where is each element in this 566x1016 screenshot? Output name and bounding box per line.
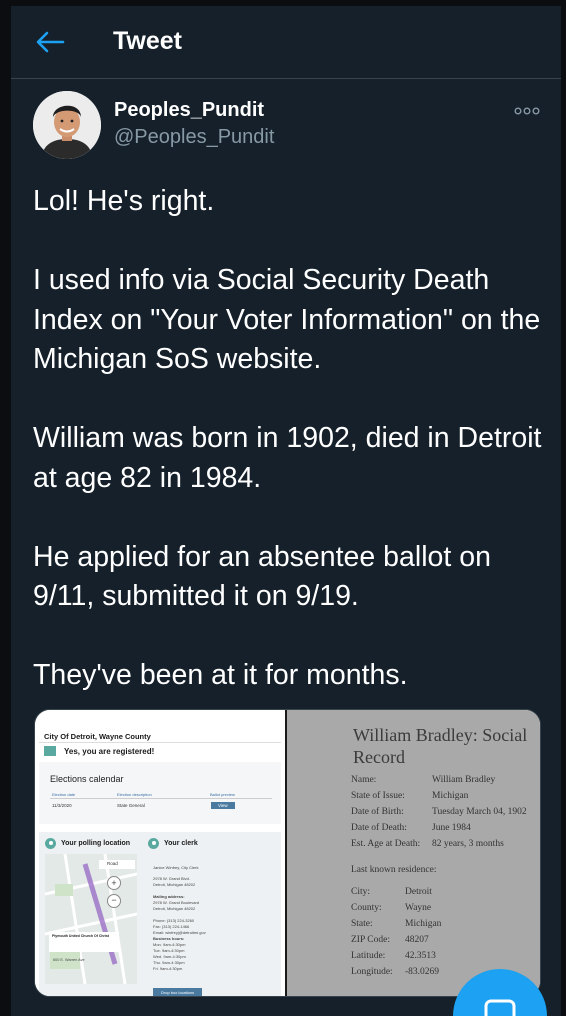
zoom-in-button[interactable]: + — [107, 876, 121, 890]
residence-value: Michigan — [405, 919, 442, 929]
registered-status: Yes, you are registered! — [64, 747, 155, 756]
map-road-label: Road — [107, 861, 118, 866]
tweet-paragraph: William was born in 1902, died in Detroi… — [33, 422, 542, 494]
hours-line: Mon. 9am-4:30pm — [153, 942, 186, 947]
map-place-name: Plymouth United Church Of Christ — [52, 934, 109, 938]
author-handle[interactable]: @Peoples_Pundit — [114, 126, 274, 149]
residence-label: Longitude: — [351, 967, 393, 977]
back-arrow-icon[interactable] — [35, 30, 65, 54]
record-label: Date of Birth: — [351, 807, 404, 817]
compose-icon — [454, 970, 546, 1016]
clerk-phone: Phone: (313) 224-3260 — [153, 918, 195, 923]
clerk-pin-icon — [148, 838, 159, 849]
city-label: City Of Detroit, Wayne County — [44, 732, 151, 741]
author-name[interactable]: Peoples_Pundit — [114, 99, 264, 122]
col-election-date: Election date — [52, 792, 76, 797]
avatar-image — [33, 91, 101, 159]
record-value: June 1984 — [432, 823, 471, 833]
record-value: William Bradley — [432, 775, 496, 785]
hours-line: Wed. 9am-4:30pm — [153, 954, 186, 959]
hours-line: Fri. 9am-4:30pm — [153, 966, 183, 971]
record-label: Est. Age at Death: — [351, 839, 421, 849]
tweet-paragraph: They've been at it for months. — [33, 659, 408, 691]
record-value: Michigan — [432, 791, 469, 801]
voter-info-screenshot[interactable]: City Of Detroit, Wayne County Yes, you a… — [35, 710, 285, 996]
record-label: Name: — [351, 775, 377, 785]
residence-label: County: — [351, 903, 382, 913]
residence-value: -83.0269 — [405, 967, 440, 977]
tweet-paragraph: Lol! He's right. — [33, 185, 215, 217]
elections-title: Elections calendar — [50, 774, 124, 784]
tweet-text: Lol! He's right. I used info via Social … — [33, 182, 553, 735]
residence-label: Latitude: — [351, 951, 386, 961]
election-date: 11/3/2020 — [52, 803, 72, 808]
hours-label: Business hours: — [153, 936, 185, 941]
avatar[interactable] — [33, 91, 101, 159]
zoom-out-button[interactable]: − — [107, 894, 121, 908]
top-bar: Tweet — [11, 6, 561, 79]
record-value: Tuesday March 04, 1902 — [432, 807, 527, 817]
record-value: 82 years, 3 months — [432, 839, 504, 849]
residence-label: City: — [351, 887, 371, 897]
clerk-fax: Fax: (313) 224-1466 — [153, 924, 190, 929]
divider — [39, 742, 281, 743]
clerk-email[interactable]: Email: winfreyj@detroitmi.gov — [153, 930, 206, 935]
compose-button[interactable] — [453, 969, 547, 1016]
view-ballot-button[interactable]: View — [211, 802, 235, 809]
page-title: Tweet — [113, 27, 182, 55]
clerk-name: Janice Winfrey, City Clerk — [153, 865, 199, 870]
tweet-paragraph: I used info via Social Security Death In… — [33, 264, 541, 375]
record-label: Date of Death: — [351, 823, 407, 833]
residence-title: Last known residence: — [351, 865, 437, 875]
residence-label: ZIP Code: — [351, 935, 390, 945]
hours-line: Tue. 9am-4:30pm — [153, 948, 185, 953]
death-record-screenshot[interactable]: William Bradley: Social Record Name: Wil… — [287, 710, 540, 996]
map-type-toggle[interactable]: Road — [99, 860, 135, 869]
clerk-address-line2: Detroit, Michigan 48202 — [153, 882, 196, 887]
tweet-screen: Tweet Peoples_Pundit @Peoples_Pundit Lol… — [11, 6, 561, 1016]
record-title: William Bradley: Social Record — [353, 725, 528, 767]
residence-value: Detroit — [405, 887, 432, 897]
map-place-address: 600 E. Warren Ave — [53, 958, 85, 962]
polling-location-title: Your polling location — [61, 840, 131, 847]
record-label: State of Issue: — [351, 791, 405, 801]
residence-value: Wayne — [405, 903, 432, 913]
mailing-line1: 2978 W. Grand Boulevard — [153, 900, 200, 905]
hours-line: Thu. 9am-4:30pm — [153, 960, 185, 965]
more-dots-icon[interactable] — [514, 106, 540, 116]
election-description: State General — [117, 803, 145, 808]
col-ballot-preview: Ballot preview — [210, 792, 235, 797]
location-pin-icon — [45, 838, 56, 849]
map-drawing — [45, 854, 137, 984]
tweet-media[interactable]: City Of Detroit, Wayne County Yes, you a… — [34, 709, 541, 997]
drop-box-button[interactable]: Drop box locations — [153, 988, 203, 996]
mailing-line2: Detroit, Michigan 48202 — [153, 906, 196, 911]
residence-value: 48207 — [405, 935, 429, 945]
map-place-card: Plymouth United Church Of Christ — [49, 932, 119, 952]
id-card-icon — [44, 746, 56, 756]
residence-label: State: — [351, 919, 373, 929]
clerk-address-line1: 2978 W. Grand Blvd. — [153, 876, 190, 881]
divider — [50, 798, 272, 799]
col-election-description: Election description — [117, 792, 152, 797]
tweet-paragraph: He applied for an absentee ballot on 9/1… — [33, 540, 491, 613]
mailing-label: Mailing address: — [153, 894, 185, 899]
clerk-title: Your clerk — [164, 840, 198, 847]
polling-map[interactable]: Road + − Plymouth United Church Of Chris… — [45, 854, 137, 984]
elections-panel — [39, 762, 281, 824]
residence-value: 42.3513 — [405, 951, 436, 961]
